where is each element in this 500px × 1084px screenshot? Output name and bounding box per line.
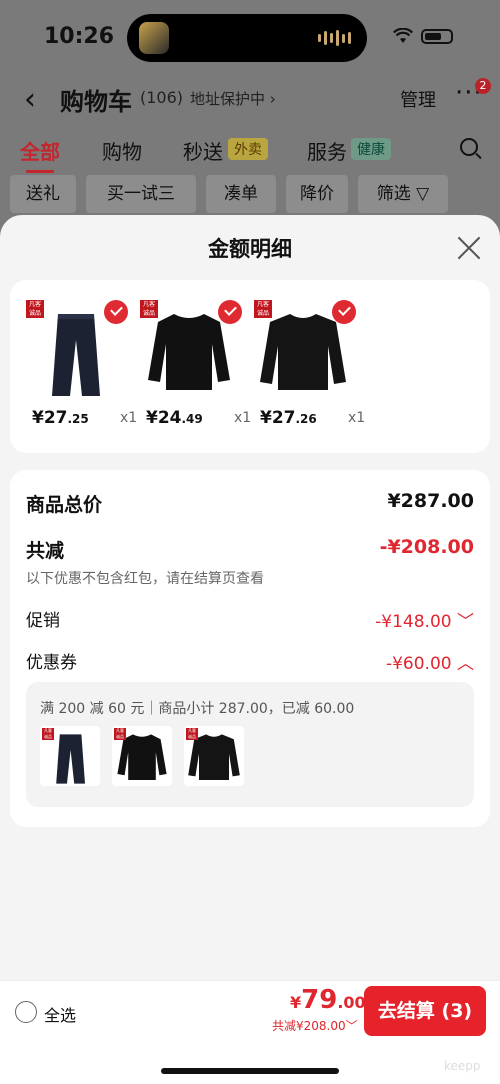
coupon-product-thumb: 凡客 诚品 [40,726,100,786]
amount-detail-sheet: 金额明细 凡客 诚品 ¥27.25 x1 凡客 诚品 ¥24.49 x1 凡客 … [0,215,500,1084]
back-arrow-icon[interactable]: ‹ [24,82,36,117]
coupon-detail-box: 满 200 减 60 元｜商品小计 287.00，已减 60.00 凡客 诚品 凡… [26,682,474,807]
more-badge: 2 [475,78,491,94]
close-icon[interactable] [456,235,482,261]
total-amount: ¥79.00 [290,985,366,1015]
selected-check-icon[interactable] [218,300,242,324]
home-indicator[interactable] [161,1068,339,1074]
select-all-radio[interactable] [15,1001,37,1023]
cart-count: (106) [140,88,184,107]
checkout-bar: 全选 ¥79.00 共减¥208.00﹀ 去结算 (3) keepp [0,980,500,1084]
page-title: 购物车 [60,88,132,116]
selected-check-icon[interactable] [332,300,356,324]
brand-tag-icon: 凡客 诚品 [140,300,158,318]
product-price: ¥24.49 [146,408,203,428]
saved-amount-toggle[interactable]: 共减¥208.00﹀ [272,1017,358,1034]
promotion-label: 促销 [26,611,60,631]
chip-try-three[interactable]: 买一试三 [86,175,196,213]
chip-filter[interactable]: 筛选 ▽ [358,175,448,213]
status-bar: 10:26 [0,0,500,72]
wifi-icon [393,28,413,43]
coupon-detail-text: 满 200 减 60 元｜商品小计 287.00，已减 60.00 [40,701,355,717]
cart-nav-bar: ‹ 购物车 (106) 地址保护中 › 管理 ··· 2 [0,76,500,120]
battery-icon [421,29,453,44]
chip-price-drop[interactable]: 降价 [286,175,348,213]
total-price-label: 商品总价 [26,494,103,516]
chip-gift[interactable]: 送礼 [10,175,76,213]
search-icon[interactable] [460,138,478,156]
sheet-title: 金额明细 [208,237,292,261]
brand-tag-icon: 凡客 诚品 [42,728,54,740]
cart-tabs: 全部 购物 秒送 外卖 服务 健康 [0,132,500,173]
health-badge: 健康 [351,138,391,160]
cart-page-background: 10:26 ‹ 购物车 (106) 地址保护中 › 管理 ··· 2 全部 购物… [0,0,500,230]
price-summary-card: 商品总价 ¥287.00 共减 -¥208.00 以下优惠不包含红包，请在结算页… [10,470,490,827]
product-item[interactable]: 凡客 诚品 ¥27.25 x1 [26,300,138,440]
chip-bundle[interactable]: 凑单 [206,175,276,213]
product-quantity: x1 [234,410,252,426]
coupon-product-thumb: 凡客 诚品 [112,726,172,786]
product-price: ¥27.25 [32,408,89,428]
product-list-card: 凡客 诚品 ¥27.25 x1 凡客 诚品 ¥24.49 x1 凡客 诚品 ¥27.2… [10,280,490,453]
brand-tag-icon: 凡客 诚品 [114,728,126,740]
brand-tag-icon: 凡客 诚品 [254,300,272,318]
total-price-value: ¥287.00 [387,490,474,512]
tab-instant-delivery[interactable]: 秒送 [183,136,223,165]
select-all-label[interactable]: 全选 [44,1002,76,1026]
status-time: 10:26 [44,24,115,49]
tab-services[interactable]: 服务 [307,136,347,165]
checkout-button[interactable]: 去结算 (3) [364,986,486,1036]
promotion-value[interactable]: -¥148.00 ﹀ [375,607,474,632]
discount-value: -¥208.00 [379,536,474,558]
discount-hint: 以下优惠不包含红包，请在结算页查看 [26,571,264,587]
product-quantity: x1 [348,410,366,426]
coupon-product-thumb: 凡客 诚品 [184,726,244,786]
product-quantity: x1 [120,410,138,426]
discount-label: 共减 [26,540,65,562]
takeout-badge: 外卖 [228,138,268,160]
product-price: ¥27.26 [260,408,317,428]
tab-shopping[interactable]: 购物 [102,136,142,165]
address-protection-link[interactable]: 地址保护中 › [190,88,276,109]
selected-check-icon[interactable] [104,300,128,324]
product-item[interactable]: 凡客 诚品 ¥27.26 x1 [254,300,366,440]
now-playing-thumbnail [139,22,169,54]
brand-tag-icon: 凡客 诚品 [26,300,44,318]
coupon-value[interactable]: -¥60.00 ︿ [386,649,474,674]
tab-all[interactable]: 全部 [20,136,60,173]
audio-waveform-icon [318,30,351,46]
manage-button[interactable]: 管理 [400,86,436,112]
product-item[interactable]: 凡客 诚品 ¥24.49 x1 [140,300,252,440]
dynamic-island [127,14,367,62]
coupon-label: 优惠券 [26,653,77,673]
watermark: keepp [444,1059,481,1073]
brand-tag-icon: 凡客 诚品 [186,728,198,740]
